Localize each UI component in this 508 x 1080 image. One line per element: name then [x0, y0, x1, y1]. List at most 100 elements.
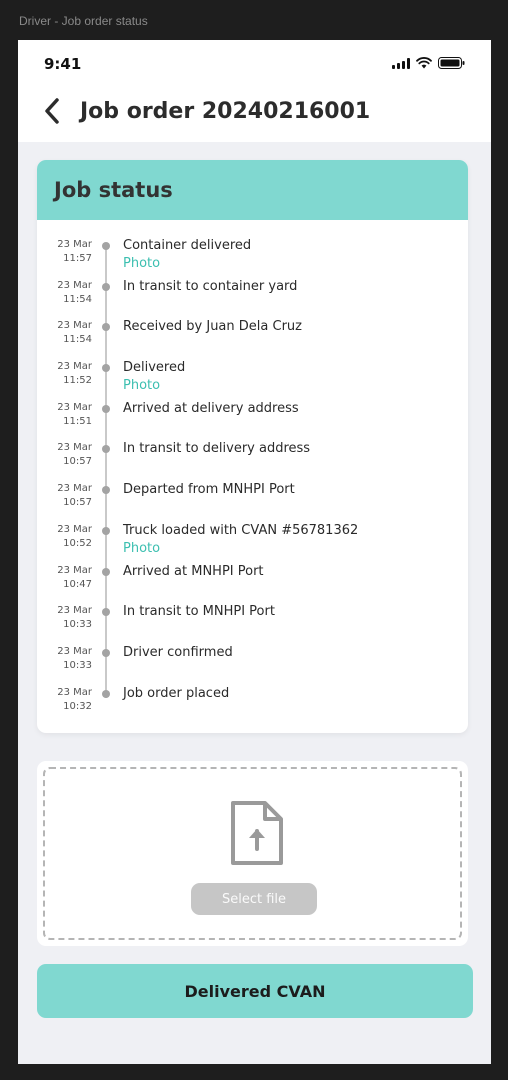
event-date: 23 Mar	[57, 564, 92, 576]
event-timestamp: 23 Mar 10:33	[37, 604, 92, 632]
event-content: Driver confirmed	[123, 645, 233, 661]
event-label: In transit to MNHPI Port	[123, 604, 275, 620]
event-timestamp: 23 Mar 10:32	[37, 686, 92, 714]
event-label: Received by Juan Dela Cruz	[123, 319, 302, 335]
job-status-header: Job status	[37, 160, 468, 220]
event-timestamp: 23 Mar 10:57	[37, 482, 92, 510]
event-label: Job order placed	[123, 685, 230, 701]
event-label: Container delivered	[123, 238, 252, 253]
event-content: In transit to container yard	[123, 279, 297, 295]
select-file-button[interactable]: Select file	[191, 883, 317, 915]
event-date: 23 Mar	[57, 605, 92, 617]
event-timestamp: 23 Mar 10:47	[37, 564, 92, 592]
timeline-dot	[102, 689, 110, 698]
event-time: 10:52	[63, 537, 92, 549]
timeline-item: 23 Mar 11:54 Received by Juan Dela Cruz	[37, 319, 468, 360]
event-content: Job order placed	[123, 686, 229, 702]
timeline-item: 23 Mar 11:52 Delivered Photo	[37, 360, 468, 401]
timeline-dot	[102, 445, 110, 454]
event-label: Arrived at delivery address	[123, 400, 299, 416]
event-content: Arrived at delivery address	[123, 401, 299, 417]
page-title: Job order 20240216001	[80, 98, 371, 124]
status-icons	[392, 57, 465, 69]
event-date: 23 Mar	[57, 645, 92, 657]
event-label: In transit to delivery address	[123, 441, 311, 457]
timeline-dot	[102, 486, 110, 495]
event-time: 11:54	[63, 293, 92, 305]
event-date: 23 Mar	[57, 442, 92, 454]
photo-link[interactable]: Photo	[123, 539, 358, 558]
event-timestamp: 23 Mar 10:52	[37, 523, 92, 551]
event-time: 11:52	[63, 375, 92, 387]
top-bar: 9:41 Job order 20240216001	[18, 40, 491, 142]
event-timestamp: 23 Mar 11:52	[37, 360, 92, 388]
event-timestamp: 23 Mar 11:51	[37, 401, 92, 429]
event-date: 23 Mar	[57, 320, 92, 332]
timeline-dot	[102, 404, 110, 413]
timeline-item: 23 Mar 10:57 In transit to delivery addres…	[37, 441, 468, 482]
event-label: Delivered	[123, 360, 186, 376]
timeline-dot	[102, 567, 110, 576]
event-date: 23 Mar	[57, 523, 92, 535]
event-date: 23 Mar	[57, 361, 92, 373]
event-content: Truck loaded with CVAN #56781362 Photo	[123, 523, 358, 558]
upload-area[interactable]: Select file	[37, 761, 468, 946]
timeline-item: 23 Mar 10:57 Departed from MNHPI Port	[37, 482, 468, 523]
wifi-icon	[416, 57, 432, 69]
event-time: 10:47	[63, 578, 92, 590]
event-content: Departed from MNHPI Port	[123, 482, 295, 498]
event-date: 23 Mar	[57, 279, 92, 291]
timeline-item: 23 Mar 10:52 Truck loaded with CVAN #56781…	[37, 523, 468, 564]
event-timestamp: 23 Mar 11:54	[37, 279, 92, 307]
event-label: Driver confirmed	[123, 644, 233, 660]
job-status-card: Job status 23 Mar 11:57 Container delivere…	[37, 160, 468, 733]
timeline-item: 23 Mar 11:51 Arrived at delivery address	[37, 401, 468, 442]
battery-icon	[438, 57, 465, 69]
event-content: In transit to delivery address	[123, 441, 310, 457]
event-date: 23 Mar	[57, 401, 92, 413]
event-label: Departed from MNHPI Port	[123, 482, 295, 498]
timeline-item: 23 Mar 10:47 Arrived at MNHPI Port	[37, 564, 468, 605]
event-time: 10:57	[63, 456, 92, 468]
file-upload-icon	[229, 799, 285, 871]
timeline-dot	[102, 282, 110, 291]
event-label: In transit to container yard	[123, 278, 298, 294]
job-status-title: Job status	[54, 178, 173, 202]
event-timestamp: 23 Mar 10:57	[37, 441, 92, 469]
event-time: 10:32	[63, 700, 92, 712]
event-timestamp: 23 Mar 11:54	[37, 319, 92, 347]
event-label: Truck loaded with CVAN #56781362	[123, 522, 359, 538]
status-time: 9:41	[44, 55, 82, 73]
photo-link[interactable]: Photo	[123, 254, 251, 273]
event-time: 11:57	[63, 253, 92, 264]
photo-link[interactable]: Photo	[123, 376, 185, 395]
timeline-item: 23 Mar 10:33 Driver confirmed	[37, 645, 468, 686]
phone-screen: 9:41 Job order 20240216001 Job status 23…	[18, 40, 491, 1064]
back-arrow-icon[interactable]	[44, 96, 68, 126]
timeline-item: 23 Mar 10:33 In transit to MNHPI Port	[37, 604, 468, 645]
event-time: 11:51	[63, 415, 92, 427]
timeline-item: 23 Mar 11:57 Container delivered Photo	[37, 238, 468, 279]
event-date: 23 Mar	[57, 483, 92, 495]
event-content: In transit to MNHPI Port	[123, 604, 275, 620]
event-content: Arrived at MNHPI Port	[123, 564, 264, 580]
timeline-dot	[102, 648, 110, 657]
event-time: 10:33	[63, 619, 92, 631]
event-content: Container delivered Photo	[123, 238, 251, 273]
event-date: 23 Mar	[57, 686, 92, 698]
event-time: 10:57	[63, 497, 92, 509]
event-label: Arrived at MNHPI Port	[123, 563, 264, 579]
delivered-cvan-button[interactable]: Delivered CVAN	[37, 964, 473, 1018]
timeline-dot	[102, 608, 110, 617]
event-content: Received by Juan Dela Cruz	[123, 319, 302, 335]
event-timestamp: 23 Mar 11:57	[37, 238, 92, 266]
event-date: 23 Mar	[57, 239, 92, 250]
event-time: 10:33	[63, 659, 92, 671]
upload-dropzone[interactable]: Select file	[43, 767, 462, 940]
timeline-dot	[102, 364, 110, 373]
timeline-dot	[102, 242, 110, 250]
signal-icon	[392, 57, 410, 69]
frame-label: Driver - Job order status	[19, 14, 148, 28]
timeline-item: 23 Mar 11:54 In transit to container yard	[37, 279, 468, 320]
timeline-item: 23 Mar 10:32 Job order placed	[37, 686, 468, 727]
